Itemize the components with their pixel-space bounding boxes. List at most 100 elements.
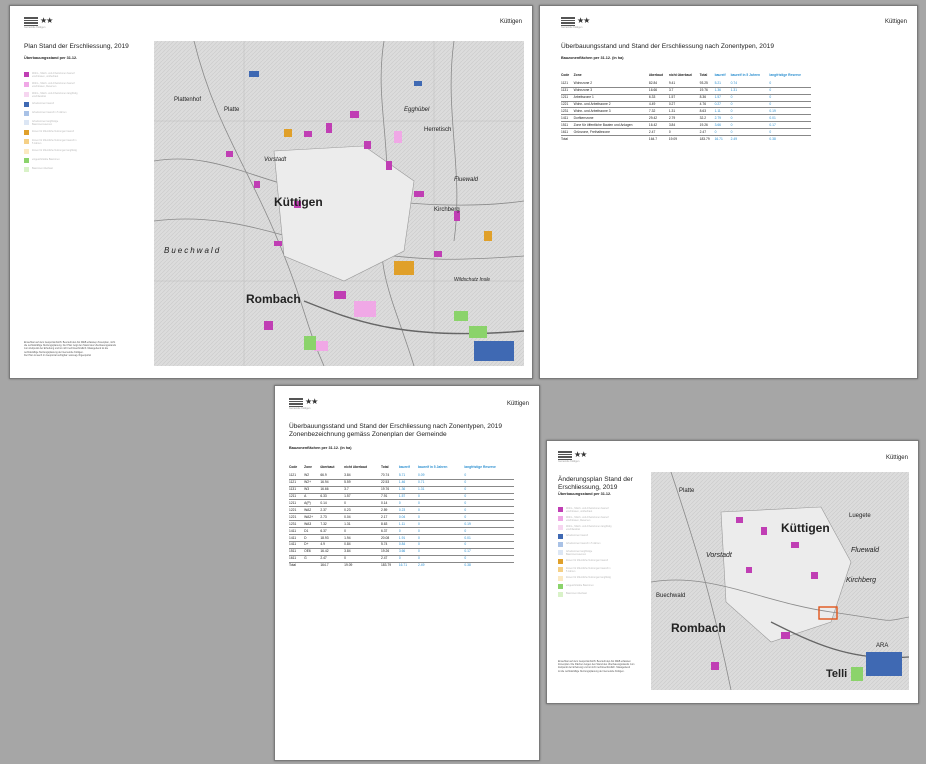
table-cell: 6.33 xyxy=(320,493,345,501)
table-cell: 16.66 xyxy=(320,486,345,494)
table-cell: 0 xyxy=(464,506,514,515)
table-cell: 0 xyxy=(418,520,465,529)
legend-swatch xyxy=(558,542,563,547)
legend-label: Arbeitszonen baureif in 5 Jahren xyxy=(32,111,67,114)
legend-swatch xyxy=(558,584,563,589)
page-title: Überbauungsstand und Stand der Erschlies… xyxy=(561,43,774,50)
table-cell: Wohn- und Arbeitszone 2 xyxy=(573,101,649,109)
table-cell: 0 xyxy=(730,128,770,137)
table-cell: 0 xyxy=(418,493,465,501)
table-cell: D xyxy=(304,534,321,543)
table-cell: 8.63 xyxy=(699,107,715,116)
table-cell: 1.31 xyxy=(730,87,770,95)
zoning-map[interactable]: Küttigen Rombach Buechwald Egghübel Herr… xyxy=(154,41,524,366)
table-cell: 4.49 xyxy=(648,101,669,109)
table-cell: 0.14 xyxy=(380,499,399,508)
table-cell: 2.59 xyxy=(380,506,399,515)
table-cell: 0 xyxy=(398,555,419,564)
table-cell: Total xyxy=(561,136,568,141)
legend-label: Bauzonen überbaut xyxy=(566,592,587,595)
legend-swatch xyxy=(558,550,563,555)
table-cell: 0 xyxy=(344,527,381,536)
table-cell: 0.38 xyxy=(464,563,471,568)
table-row: 1221 WA2 2.37 0.23 2.59 0.23 0 0 xyxy=(289,506,514,515)
table-cell: 16.42 xyxy=(648,121,669,130)
legend-label: Wohn-, Misch- und Arbeitszonen langfrist… xyxy=(566,525,612,531)
table-cell: 8.36 xyxy=(699,94,715,102)
table-cell: 1411 xyxy=(289,534,305,543)
legend-label: Zonen für öffentliche Nutzungen baureif xyxy=(566,559,608,562)
legend-label: Arbeitszonen baureif xyxy=(32,102,54,105)
legend-label: eingeschränkte Bauzonen xyxy=(32,158,60,161)
legend-item: Arbeitszonen baureif in 5 Jahren xyxy=(558,542,612,547)
table-cell: 0 xyxy=(418,548,465,557)
legend-label: Zonen für öffentliche Nutzungen langfris… xyxy=(32,149,77,152)
table-cell: 1.31 xyxy=(418,486,465,494)
table-row: 1611 G 2.47 0 2.47 0 0 0 xyxy=(289,555,514,564)
table-cell: 1211 xyxy=(289,499,305,508)
table-cell: 1.36 xyxy=(398,486,419,494)
table-cell: 16.94 xyxy=(320,479,345,487)
table-header: langfristige Reserve xyxy=(769,73,801,77)
table-cell: D+ xyxy=(304,541,321,550)
table-cell: 1.36 xyxy=(714,87,731,95)
page-3-table[interactable]: ★★ Gemeinde Küttigen Küttigen Überbauung… xyxy=(274,385,540,761)
legend-item: Zonen für öffentliche Nutzungen baureif … xyxy=(24,139,78,145)
legend-label: eingeschränkte Bauzonen xyxy=(566,584,594,587)
change-map[interactable]: Küttigen Rombach Telli Buechwald Vorstad… xyxy=(651,472,909,690)
legend-label: Zonen für öffentliche Nutzungen baureif … xyxy=(32,139,77,145)
table-cell: 1.11 xyxy=(398,520,419,529)
table-cell: 0 xyxy=(398,527,419,536)
table-cell: OE6 xyxy=(304,548,321,557)
zone-type-table: Code Zone überbaut nicht überbaut Total baure… xyxy=(561,73,811,142)
canton-logo: ★★ Gemeinde Küttigen xyxy=(24,16,53,29)
table-cell: Arbeitszone 1 xyxy=(573,94,649,102)
table-row: 1411 Dorfkernzone 29.42 2.79 32.2 2.79 0 0.01 xyxy=(561,114,811,123)
table-cell: WA2 xyxy=(304,506,321,515)
table-cell: 3.84 xyxy=(668,121,700,130)
table-cell: 0 xyxy=(464,493,514,501)
table-cell: 1131 xyxy=(561,87,574,95)
table-cell: Total xyxy=(289,563,296,568)
table-cell: 18.93 xyxy=(320,534,345,543)
table-cell: 0 xyxy=(418,555,465,564)
table-cell: 3.84 xyxy=(344,548,381,557)
page-1-plan[interactable]: ★★ Gemeinde Küttigen Küttigen Plan Stand… xyxy=(9,5,533,379)
map-label-kuettigen: Küttigen xyxy=(274,195,323,209)
table-cell: 1511 xyxy=(561,121,574,130)
legend-swatch xyxy=(558,516,563,521)
table-cell: 2.73 xyxy=(320,513,345,522)
table-cell: 6.37 xyxy=(380,527,399,536)
table-cell: Zone für öffentliche Bauten und Anlagen xyxy=(573,121,649,130)
table-cell: 2.79 xyxy=(714,114,731,123)
page-title: Überbauungsstand und Stand der Erschlies… xyxy=(289,423,502,438)
table-row: 1231 Wohn- und Arbeitszone 3 7.32 1.31 8.63 1… xyxy=(561,107,811,116)
table-cell: 0 xyxy=(730,107,770,116)
table-row: 1211 A 6.33 1.57 7.91 1.57 0 0 xyxy=(289,493,514,501)
page-2-table[interactable]: ★★ Gemeinde Küttigen Küttigen Überbauung… xyxy=(539,5,918,379)
legend-label: Zonen für öffentliche Nutzungen langfris… xyxy=(566,576,611,579)
table-cell: A xyxy=(304,493,321,501)
legend-item: Wohn-, Misch- und Arbeitszonen baureif e… xyxy=(558,507,612,513)
map-label-wildschutz: Wildschutz Insle xyxy=(454,277,490,283)
table-cell: 0.19 xyxy=(769,107,811,116)
footnote-line: ist die rechtskräftige Nutzungsplanung d… xyxy=(558,669,625,673)
table-header: Code xyxy=(289,465,298,469)
table-header: baureif xyxy=(714,73,726,77)
legend-swatch xyxy=(24,149,29,154)
legend-item: Zonen für öffentliche Nutzungen baureif xyxy=(24,130,78,135)
table-header: baureif in 5 Jahren xyxy=(730,73,760,77)
table-cell: 19.76 xyxy=(699,87,715,95)
legend-swatch xyxy=(24,102,29,107)
legend-item: eingeschränkte Bauzonen xyxy=(558,584,612,589)
page-4-change-plan[interactable]: ★★ Gemeinde Küttigen Küttigen Änderungsp… xyxy=(546,440,919,704)
legend-label: Wohn-, Misch- und Arbeitszonen baureif e… xyxy=(566,507,609,513)
table-cell: 1221 xyxy=(289,506,305,515)
map-label-telli: Telli xyxy=(826,668,847,680)
map-label-fluewald: Fluewald xyxy=(851,547,880,554)
table-cell: 1.31 xyxy=(344,520,381,529)
table-cell: 1.57 xyxy=(668,94,700,102)
table-cell: 0 xyxy=(418,499,465,508)
table-cell: 6.37 xyxy=(320,527,345,536)
table-cell: 0.17 xyxy=(464,548,514,557)
